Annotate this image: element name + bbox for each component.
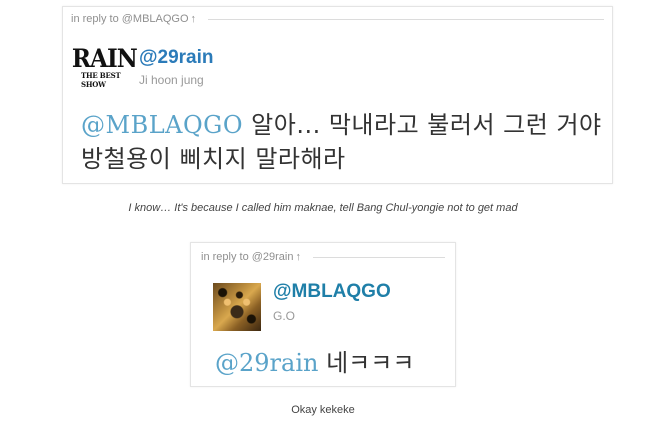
in-reply-to-row: in reply to @MBLAQGO ↑ xyxy=(71,13,604,25)
in-reply-to-link[interactable]: in reply to @29rain xyxy=(201,251,294,263)
avatar[interactable] xyxy=(213,283,261,331)
reply-arrow-icon[interactable]: ↑ xyxy=(296,251,302,263)
divider xyxy=(208,18,604,20)
avatar-logo-subtext: THE BEST SHOW xyxy=(81,71,121,89)
tweet-text: @MBLAQGO 알아... 막내라고 불러서 그런 거야 방철용이 삐치지 말… xyxy=(81,108,611,176)
tweet-ellipsis: ... xyxy=(296,111,321,139)
screen-name-link[interactable]: @29rain xyxy=(139,47,214,69)
tweet-card-mblaqgo: in reply to @29rain ↑ @MBLAQGO G.O @29ra… xyxy=(190,242,456,387)
tweet-card-rain: in reply to @MBLAQGO ↑ RAIN THE BEST SHO… xyxy=(62,6,613,184)
tweet-text-part: 알아 xyxy=(243,111,297,139)
divider xyxy=(313,256,445,258)
in-reply-to-row: in reply to @29rain ↑ xyxy=(201,251,445,263)
reply-arrow-icon[interactable]: ↑ xyxy=(191,13,197,25)
translation-caption: Okay kekeke xyxy=(291,404,355,416)
mention-link[interactable]: @29rain xyxy=(215,349,318,377)
real-name: G.O xyxy=(273,309,296,323)
avatar[interactable]: RAIN THE BEST SHOW xyxy=(71,46,137,90)
avatar-logo-text: RAIN xyxy=(71,44,137,73)
screen-name-link[interactable]: @MBLAQGO xyxy=(273,281,391,303)
translation-caption: I know… It's because I called him maknae… xyxy=(128,202,518,214)
in-reply-to-link[interactable]: in reply to @MBLAQGO xyxy=(71,13,189,25)
mention-link[interactable]: @MBLAQGO xyxy=(81,111,243,139)
tweet-text: @29rain 네ㅋㅋㅋ xyxy=(215,346,455,380)
real-name: Ji hoon jung xyxy=(139,73,204,87)
tweet-text-part: 네ㅋㅋㅋ xyxy=(318,349,415,377)
